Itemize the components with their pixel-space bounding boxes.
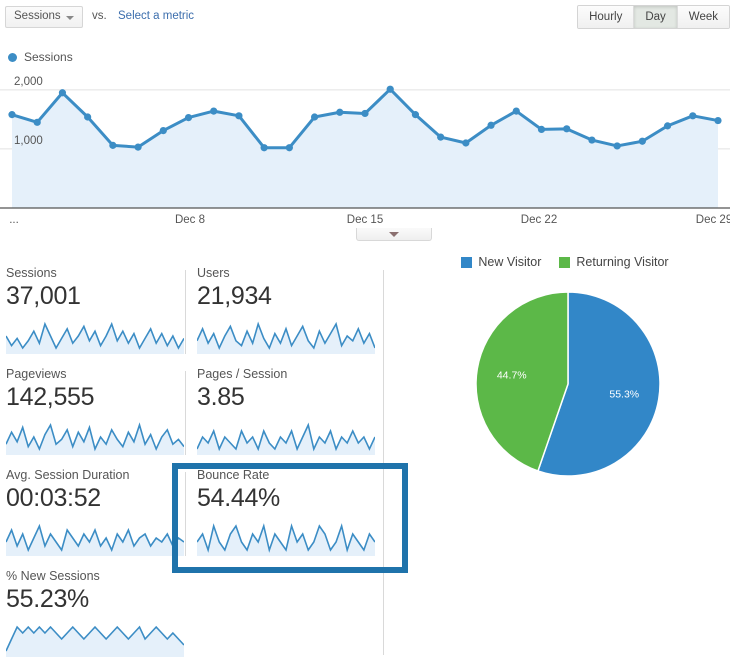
primary-metric-select[interactable]: Sessions <box>5 6 83 28</box>
metric-card-divider <box>185 270 186 354</box>
metric-card-pages-session[interactable]: Pages / Session 3.85 <box>185 367 380 461</box>
pie-legend-item-new-visitor[interactable]: New Visitor <box>461 255 541 269</box>
metric-card-divider <box>185 371 186 455</box>
pie-legend-label-new-visitor: New Visitor <box>478 255 542 269</box>
pie-slice-percent-label: 55.3% <box>609 388 639 400</box>
metric-value: 54.44% <box>197 484 280 512</box>
metric-sparkline <box>196 522 376 556</box>
metric-card-new-sessions[interactable]: % New Sessions 55.23% <box>5 569 189 663</box>
metric-value: 55.23% <box>6 585 89 613</box>
metric-label: Sessions <box>6 266 57 280</box>
granularity-day-button[interactable]: Day <box>634 6 678 28</box>
pie-slice-percent-label: 44.7% <box>497 370 527 382</box>
select-a-metric-link[interactable]: Select a metric <box>118 10 194 22</box>
metric-label: Pages / Session <box>197 367 288 381</box>
metric-value: 00:03:52 <box>6 484 101 512</box>
metric-sparkline <box>5 623 185 657</box>
chart-collapse-handle[interactable] <box>356 228 432 241</box>
metric-sparkline <box>5 421 185 455</box>
granularity-week-button[interactable]: Week <box>677 6 729 28</box>
new-visitor-swatch-icon <box>461 256 473 268</box>
sessions-line-chart[interactable] <box>0 68 730 220</box>
metric-sparkline <box>5 522 185 556</box>
metric-card-sessions[interactable]: Sessions 37,001 <box>5 266 189 360</box>
metric-value: 21,934 <box>197 282 272 310</box>
metric-card-avg-session-duration[interactable]: Avg. Session Duration 00:03:52 <box>5 468 189 562</box>
metric-value: 3.85 <box>197 383 245 411</box>
metric-row: Sessions 37,001 Users 21,934 <box>0 266 440 367</box>
granularity-button-group: Hourly Day Week <box>577 5 730 29</box>
x-axis-tick: Dec 15 <box>346 214 384 226</box>
metric-sparkline <box>5 320 185 354</box>
pie-legend-label-returning-visitor: Returning Visitor <box>576 255 669 269</box>
x-axis-tick: Dec 22 <box>520 214 558 226</box>
metric-label: Users <box>197 266 230 280</box>
metric-sparkline <box>196 320 376 354</box>
metrics-right-divider <box>383 270 384 655</box>
metric-value: 37,001 <box>6 282 81 310</box>
metric-card-pageviews[interactable]: Pageviews 142,555 <box>5 367 189 461</box>
triangle-down-icon <box>389 232 399 237</box>
metric-label: % New Sessions <box>6 569 100 583</box>
y-axis-tick: 1,000 <box>14 134 43 147</box>
metric-card-divider <box>185 472 186 556</box>
x-axis-tick: Dec 29 <box>695 214 730 226</box>
metric-sparkline <box>196 421 376 455</box>
chart-toolbar: Sessions vs. Select a metric Hourly Day … <box>0 0 730 34</box>
metrics-grid: Sessions 37,001 Users 21,934 Pageviews 142,55… <box>0 266 440 670</box>
x-axis-tick: Dec 8 <box>174 214 206 226</box>
metric-label: Bounce Rate <box>197 468 270 482</box>
metric-card-bounce-rate[interactable]: Bounce Rate 54.44% <box>185 468 380 562</box>
vs-label: vs. <box>92 10 107 22</box>
primary-metric-label: Sessions <box>14 10 61 22</box>
legend-dot-icon <box>8 52 17 62</box>
returning-visitor-swatch-icon <box>559 256 571 268</box>
metric-row: Avg. Session Duration 00:03:52 Bounce Rate… <box>0 468 440 569</box>
legend-label-sessions: Sessions <box>24 50 73 64</box>
visitor-type-panel: New Visitor Returning Visitor 55.3% 44.7% <box>400 250 730 500</box>
metric-label: Avg. Session Duration <box>6 468 130 482</box>
pie-legend: New Visitor Returning Visitor <box>400 255 730 269</box>
sessions-legend: Sessions <box>8 50 73 64</box>
chevron-down-icon <box>66 16 74 20</box>
x-axis-tick: ... <box>9 214 19 226</box>
metric-row: Pageviews 142,555 Pages / Session 3.85 <box>0 367 440 468</box>
metric-value: 142,555 <box>6 383 95 411</box>
pie-legend-item-returning-visitor[interactable]: Returning Visitor <box>559 255 669 269</box>
y-axis-tick: 2,000 <box>14 75 43 88</box>
metric-card-users[interactable]: Users 21,934 <box>185 266 380 360</box>
visitor-type-pie-chart[interactable]: 55.3% 44.7% <box>400 276 730 492</box>
metric-label: Pageviews <box>6 367 67 381</box>
granularity-hourly-button[interactable]: Hourly <box>578 6 635 28</box>
